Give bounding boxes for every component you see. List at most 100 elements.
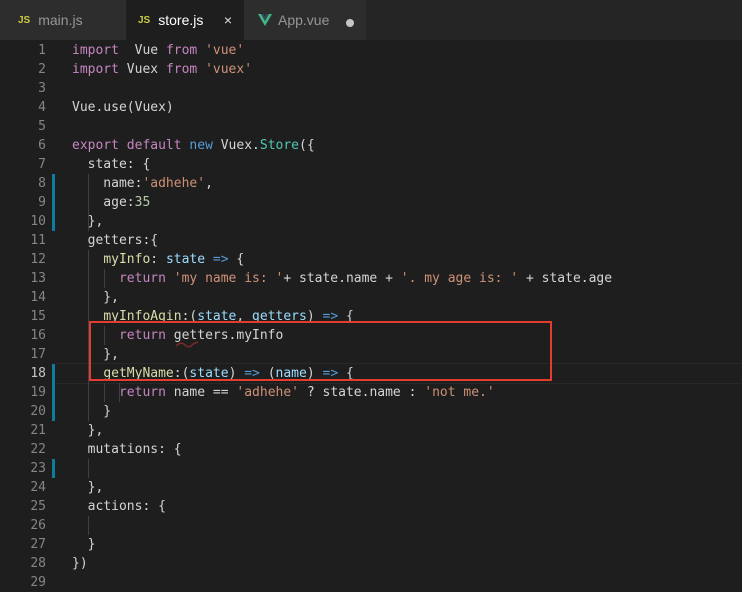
code-text: }, <box>72 421 104 440</box>
code-line[interactable]: 11 getters:{ <box>0 231 742 250</box>
code-token: } <box>72 404 112 419</box>
code-text: import Vuex from 'vuex' <box>72 60 252 79</box>
tab-label: main.js <box>38 12 83 28</box>
code-token: 'adhehe' <box>142 176 206 191</box>
code-token: name: <box>72 176 143 191</box>
code-token: state: { <box>72 157 151 172</box>
line-number: 24 <box>30 480 46 495</box>
code-token: '. my age is: ' <box>400 271 519 286</box>
code-token: import <box>72 62 119 77</box>
code-line[interactable]: 25 actions: { <box>0 497 742 516</box>
line-number: 12 <box>30 252 46 267</box>
code-text: mutations: { <box>72 440 182 459</box>
line-number: 22 <box>30 442 46 457</box>
line-number: 19 <box>30 385 46 400</box>
line-number: 23 <box>30 461 46 476</box>
code-line[interactable]: 27 } <box>0 535 742 554</box>
code-text: return name == 'adhehe' ? state.name : '… <box>72 383 495 402</box>
code-line[interactable]: 12 myInfo: state => { <box>0 250 742 269</box>
code-token: Vuex <box>118 62 166 77</box>
code-line[interactable]: 5 <box>0 117 742 136</box>
unsaved-dot-icon[interactable] <box>346 19 354 27</box>
code-token: : <box>150 252 166 267</box>
tab-app-vue[interactable]: App.vue <box>244 0 366 40</box>
line-number: 26 <box>30 518 46 533</box>
code-token: }, <box>72 214 104 229</box>
code-token: }, <box>72 290 119 305</box>
code-editor[interactable]: 1 import Vue from 'vue' 2 import Vuex from … <box>0 40 742 590</box>
line-number: 3 <box>38 81 46 96</box>
code-token: return <box>118 271 166 286</box>
code-token: }) <box>72 556 88 571</box>
code-text: }, <box>72 478 104 497</box>
code-line[interactable]: 22 mutations: { <box>0 440 742 459</box>
line-number: 18 <box>30 366 46 381</box>
line-number: 29 <box>30 575 46 590</box>
code-line[interactable]: 23 <box>0 459 742 478</box>
code-line[interactable]: 2 import Vuex from 'vuex' <box>0 60 742 79</box>
code-line[interactable]: 28}) <box>0 554 742 573</box>
code-line[interactable]: 14 }, <box>0 288 742 307</box>
code-line[interactable]: 9 age:35 <box>0 193 742 212</box>
vue-icon <box>258 14 272 26</box>
code-line[interactable]: 26 <box>0 516 742 535</box>
code-token: Store <box>259 138 300 153</box>
code-line[interactable]: 3 <box>0 79 742 98</box>
line-number: 6 <box>38 138 46 153</box>
code-token: }, <box>72 480 104 495</box>
close-icon[interactable]: × <box>224 12 232 28</box>
js-file-icon: JS <box>18 14 31 26</box>
tab-store-js[interactable]: JS store.js × <box>126 0 244 40</box>
code-line[interactable]: 29 <box>0 573 742 592</box>
code-text: myInfo: state => { <box>72 250 244 269</box>
code-line[interactable]: 10 }, <box>0 212 742 231</box>
line-number: 14 <box>30 290 46 305</box>
code-text: return 'my name is: '+ state.name + '. m… <box>72 269 612 288</box>
code-token: export <box>72 138 119 153</box>
code-text: Vue.use(Vuex) <box>72 98 174 117</box>
code-line[interactable]: 13 return 'my name is: '+ state.name + '… <box>0 269 742 288</box>
code-token: Vue <box>72 100 96 115</box>
code-line[interactable]: 1 import Vue from 'vue' <box>0 41 742 60</box>
code-line[interactable]: 6 export default new Vuex.Store({ <box>0 136 742 155</box>
code-token: return <box>118 385 166 400</box>
code-token: => <box>212 252 229 267</box>
code-token: 'my name is: ' <box>173 271 284 286</box>
line-number: 7 <box>38 157 46 172</box>
code-token: state <box>165 252 206 267</box>
code-token: { <box>228 252 245 267</box>
line-number: 27 <box>30 537 46 552</box>
line-number: 28 <box>30 556 46 571</box>
code-token: + state.age <box>518 271 613 286</box>
line-number: 1 <box>38 43 46 58</box>
code-text: getters:{ <box>72 231 158 250</box>
line-number: 4 <box>38 100 46 115</box>
code-token: actions: { <box>72 499 166 514</box>
tab-main-js[interactable]: JS main.js <box>0 0 126 40</box>
code-line[interactable]: 20 } <box>0 402 742 421</box>
code-line[interactable]: 8 name:'adhehe', <box>0 174 742 193</box>
code-token: }, <box>72 423 104 438</box>
code-token: ({ <box>299 138 315 153</box>
line-number: 15 <box>30 309 46 324</box>
line-number: 17 <box>30 347 46 362</box>
code-token: from <box>165 62 198 77</box>
line-number: 21 <box>30 423 46 438</box>
code-line[interactable]: 24 }, <box>0 478 742 497</box>
code-token: import <box>72 43 119 58</box>
line-number: 20 <box>30 404 46 419</box>
code-text: state: { <box>72 155 151 174</box>
code-token: Vuex. <box>212 138 260 153</box>
code-text: }, <box>72 212 104 231</box>
code-line[interactable]: 7 state: { <box>0 155 742 174</box>
code-line[interactable]: 19 return name == 'adhehe' ? state.name … <box>0 383 742 402</box>
code-line[interactable]: 4 Vue.use(Vuex) <box>0 98 742 117</box>
code-line[interactable]: 21 }, <box>0 421 742 440</box>
code-text: export default new Vuex.Store({ <box>72 136 315 155</box>
line-number: 11 <box>30 233 46 248</box>
